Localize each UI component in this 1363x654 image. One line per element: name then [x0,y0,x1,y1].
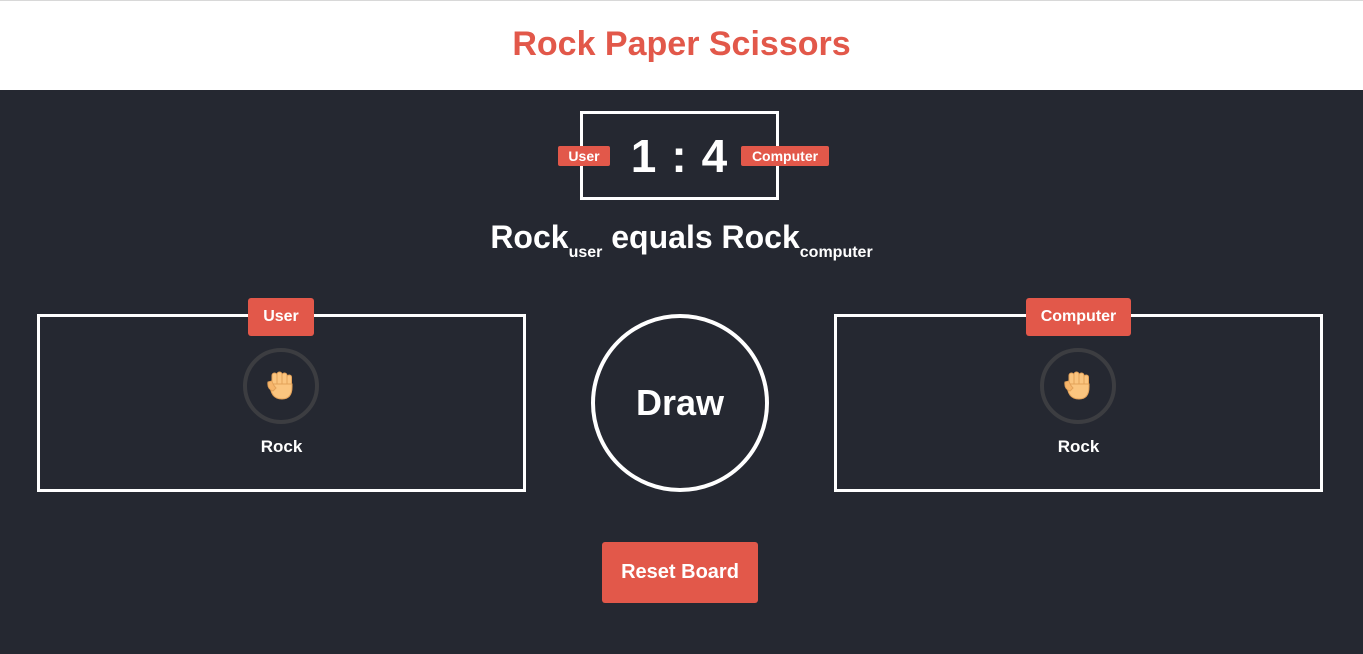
computer-panel-badge: Computer [1026,298,1131,336]
result-message: Rockuser equals Rockcomputer [0,219,1363,262]
score-separator: : [671,129,688,182]
result-label: Draw [635,382,725,423]
user-score: 1 [630,129,658,182]
computer-score-badge: Computer [741,146,829,166]
user-choice-label: Rock [260,437,303,456]
message-verb: equals [611,219,713,255]
result-indicator: Draw [591,314,769,492]
computer-score: 4 [701,129,729,182]
message-user-choice: Rock [490,219,569,255]
computer-choice-label: Rock [1057,437,1100,456]
user-choice-panel: User Rock [37,298,526,492]
raised-fist-icon [267,371,293,400]
computer-choice-icon-ring [1040,348,1116,424]
app-header: Rock Paper Scissors [0,0,1363,90]
message-computer-subscript: computer [799,244,873,261]
user-panel-badge: User [248,298,314,336]
message-computer-choice: Rock [721,219,800,255]
message-user-subscript: user [568,244,603,261]
computer-choice-panel: Computer Rock [834,298,1323,492]
page-title: Rock Paper Scissors [512,25,851,63]
scoreboard: User 1 : 4 Computer [558,111,829,200]
reset-board-button[interactable]: Reset Board [602,542,758,603]
raised-fist-icon [1064,371,1090,400]
user-choice-icon-ring [243,348,319,424]
